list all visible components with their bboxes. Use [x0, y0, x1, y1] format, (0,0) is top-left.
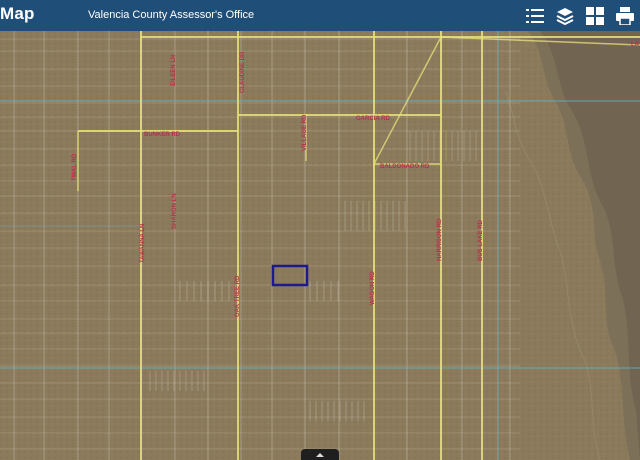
- layers-icon[interactable]: [554, 5, 576, 27]
- road-label: TWAL RD: [72, 153, 78, 181]
- chevron-up-icon: [316, 452, 324, 457]
- road-label: LA: [631, 42, 640, 48]
- road-label: BUNKER RD: [144, 132, 181, 138]
- map-view[interactable]: BUNKER RD TWAL RD GARCIA RD BALDONADO RD…: [0, 31, 640, 460]
- app-title: Map: [0, 4, 35, 23]
- print-icon[interactable]: [614, 5, 636, 27]
- road-label: EILEEN LN: [171, 55, 177, 86]
- app-header: Map Valencia County Assessor's Office: [0, 0, 640, 31]
- road-label: OAK TREE RD: [235, 275, 241, 317]
- road-label: HARRISON RD: [437, 218, 443, 261]
- attribute-panel-toggle[interactable]: [301, 449, 339, 460]
- road-label: WAGON RD: [370, 271, 376, 305]
- list-icon[interactable]: [524, 5, 546, 27]
- road-label: CLAUDINE DR: [240, 51, 246, 93]
- aerial-map[interactable]: BUNKER RD TWAL RD GARCIA RD BALDONADO RD…: [0, 31, 640, 460]
- terrain-background: [0, 31, 640, 460]
- app-subtitle: Valencia County Assessor's Office: [88, 9, 255, 21]
- road-label: BUS LAKE RD: [478, 219, 484, 261]
- road-label: SHARON LN: [172, 193, 178, 229]
- basemap-gallery-icon[interactable]: [584, 5, 606, 27]
- road-label: VILLAGE RD: [302, 114, 308, 151]
- road-label: TAWANNA LN: [140, 224, 146, 263]
- road-label: BALDONADO RD: [380, 164, 430, 170]
- road-label: GARCIA RD: [356, 116, 390, 122]
- header-toolbar: [524, 5, 636, 27]
